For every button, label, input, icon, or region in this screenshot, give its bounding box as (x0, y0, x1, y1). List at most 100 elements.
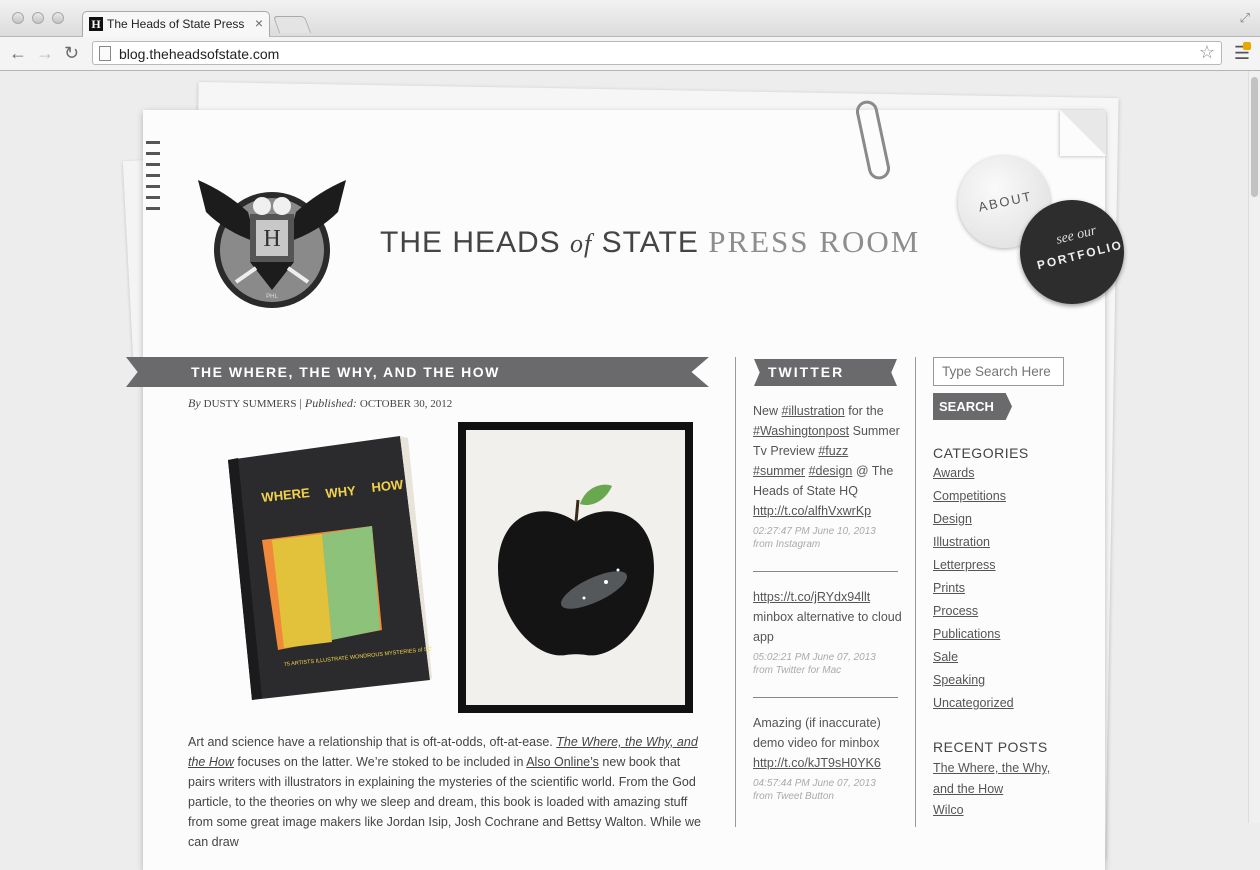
category-link-letterpress[interactable]: Letterpress (933, 558, 996, 572)
tweet-separator (753, 697, 898, 698)
tweet-text: Amazing (if inaccurate) demo video for m… (753, 716, 881, 750)
svg-text:H: H (263, 226, 280, 252)
category-item: Uncategorized (933, 692, 1014, 715)
tweet-separator (753, 571, 898, 572)
scrollbar-thumb[interactable] (1251, 77, 1258, 197)
perforation-mark (146, 163, 160, 166)
portfolio-button[interactable]: see our PORTFOLIO (1020, 200, 1124, 304)
tweet-source: from Twitter for Mac (753, 665, 842, 676)
back-arrow-icon[interactable]: ← (9, 43, 27, 64)
zoom-window-button[interactable] (52, 12, 64, 24)
galaxy-apple-icon (498, 484, 654, 656)
category-link-publications[interactable]: Publications (933, 627, 1000, 641)
forward-arrow-icon[interactable]: → (36, 43, 54, 64)
tweet-time: 02:27:47 PM June 10, 2013 (753, 526, 876, 537)
category-item: Competitions (933, 485, 1014, 508)
fullscreen-icon[interactable]: ⤢ (1240, 10, 1250, 26)
close-window-button[interactable] (12, 12, 24, 24)
minimize-window-button[interactable] (32, 12, 44, 24)
browser-tab[interactable]: H The Heads of State Press R × (82, 11, 270, 37)
column-divider (915, 357, 916, 827)
tweet-link[interactable]: http://t.co/alfhVxwrKp (753, 504, 871, 518)
category-list: Awards Competitions Design Illustration … (933, 462, 1014, 715)
site-title[interactable]: THE HEADS of STATE PRESS ROOM (380, 224, 920, 260)
publisher-link[interactable]: Also Online’s (526, 755, 599, 769)
page-scrollbar[interactable] (1248, 71, 1260, 823)
title-of: of (570, 229, 593, 258)
post-body-text-2: focuses on the latter. We’re stoked to b… (237, 755, 524, 769)
reload-icon[interactable]: ↻ (64, 43, 79, 64)
category-item: Sale (933, 646, 1014, 669)
tweet-meta: 04:57:44 PM June 07, 2013 from Tweet But… (753, 777, 903, 803)
recent-post-item: and the How (933, 779, 1050, 800)
recent-post-link[interactable]: The Where, the Why, (933, 761, 1050, 775)
tweet-link[interactable]: http://t.co/kJT9sH0YK6 (753, 756, 881, 770)
category-link-awards[interactable]: Awards (933, 466, 974, 480)
address-bar[interactable]: blog.theheadsofstate.com ☆ (92, 41, 1222, 65)
recent-posts-list: The Where, the Why, and the How Wilco (933, 758, 1050, 821)
category-item: Design (933, 508, 1014, 531)
close-tab-icon[interactable]: × (255, 15, 263, 31)
post-body-text-1: Art and science have a relationship that… (188, 735, 553, 749)
perforation-mark (146, 196, 160, 199)
recent-post-link[interactable]: and the How (933, 782, 1003, 796)
tweet-link[interactable]: https://t.co/jRYdx94llt (753, 590, 870, 604)
category-link-design[interactable]: Design (933, 512, 972, 526)
post-body: Art and science have a relationship that… (188, 732, 708, 852)
apple-illustration (458, 422, 693, 713)
search-button[interactable]: SEARCH (933, 393, 1012, 420)
category-item: Publications (933, 623, 1014, 646)
search-input[interactable] (933, 357, 1064, 386)
published-label: Published: (304, 396, 357, 410)
category-item: Prints (933, 577, 1014, 600)
tweet-meta: 02:27:47 PM June 10, 2013 from Instagram (753, 525, 903, 551)
book-title-why: WHY (325, 483, 357, 501)
tweet-text: New (753, 404, 779, 418)
extension-badge-icon (1243, 42, 1251, 50)
category-link-uncategorized[interactable]: Uncategorized (933, 696, 1014, 710)
category-link-prints[interactable]: Prints (933, 581, 965, 595)
twitter-heading: TWITTER (768, 364, 845, 380)
tweet-item: https://t.co/jRYdx94llt minbox alternati… (753, 587, 903, 677)
tweet-item: Amazing (if inaccurate) demo video for m… (753, 713, 903, 803)
site-favicon-icon: H (89, 17, 103, 31)
tab-title: The Heads of State Press R (107, 17, 247, 31)
category-link-competitions[interactable]: Competitions (933, 489, 1006, 503)
book-cover-image: WHERE WHY HOW 75 ARTISTS ILLUSTRATE WOND… (228, 436, 432, 700)
post-byline: By DUSTY SUMMERS | Published: OCTOBER 30… (188, 396, 452, 411)
perforation-mark (146, 185, 160, 188)
category-link-illustration[interactable]: Illustration (933, 535, 990, 549)
post-title[interactable]: THE WHERE, THE WHY, AND THE HOW (191, 364, 500, 380)
bookmark-star-icon[interactable]: ☆ (1199, 42, 1215, 63)
title-state: STATE (601, 226, 699, 259)
hashtag-link[interactable]: #summer (753, 464, 805, 478)
recent-post-item: The Where, the Why, (933, 758, 1050, 779)
url-text[interactable]: blog.theheadsofstate.com (119, 46, 279, 62)
hashtag-link[interactable]: #illustration (782, 404, 845, 418)
hashtag-link[interactable]: #fuzz (818, 444, 848, 458)
recent-post-link[interactable]: Wilco (933, 803, 964, 817)
tweet-time: 05:02:21 PM June 07, 2013 (753, 652, 876, 663)
browser-toolbar: ← → ↻ blog.theheadsofstate.com ☆ ☰ (0, 37, 1260, 71)
post-date: OCTOBER 30, 2012 (359, 398, 453, 410)
category-link-speaking[interactable]: Speaking (933, 673, 985, 687)
category-link-sale[interactable]: Sale (933, 650, 958, 664)
title-heads: THE HEADS (380, 226, 561, 259)
category-link-process[interactable]: Process (933, 604, 978, 618)
category-item: Speaking (933, 669, 1014, 692)
category-item: Process (933, 600, 1014, 623)
tweet-text: minbox alternative to cloud app (753, 610, 902, 644)
eagle-logo[interactable]: H PHL (196, 172, 348, 312)
tweet-time: 04:57:44 PM June 07, 2013 (753, 778, 876, 789)
post-author: DUSTY SUMMERS (203, 398, 297, 410)
hashtag-link[interactable]: #design (809, 464, 853, 478)
new-tab-button[interactable] (272, 16, 312, 33)
logo-text: PHL (266, 294, 278, 300)
post-body-text-3: new book that pairs writers with illustr… (188, 755, 701, 849)
column-divider (735, 357, 736, 827)
category-item: Illustration (933, 531, 1014, 554)
hashtag-link[interactable]: #Washingtonpost (753, 424, 849, 438)
perforation-mark (146, 152, 160, 155)
category-item: Awards (933, 462, 1014, 485)
tweet-item: New #illustration for the #Washingtonpos… (753, 401, 903, 551)
